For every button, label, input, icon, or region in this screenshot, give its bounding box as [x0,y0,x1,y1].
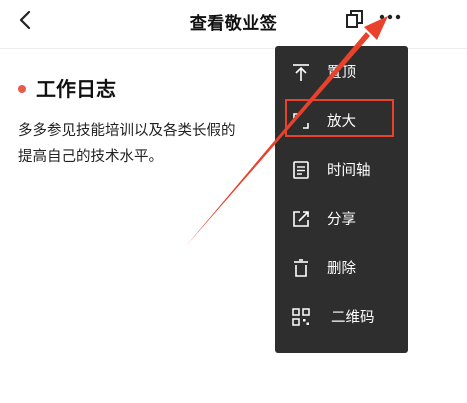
menu-item-delete[interactable]: 删除 [275,248,408,288]
title-bullet-dot [18,85,26,93]
qrcode-icon [292,308,310,326]
menu-item-share[interactable]: 分享 [275,199,408,239]
menu-label: 分享 [327,212,356,228]
note-body: 多多参见技能培训以及各类长假的 提高自己的技术水平。 [18,118,280,170]
navigation-bar: 查看敬业签 [0,0,467,49]
more-horizontal-icon[interactable] [378,12,402,22]
pin-top-icon [293,64,309,81]
note-title-text: 工作日志 [36,77,116,101]
menu-item-timeline[interactable]: 时间轴 [275,150,408,190]
note-body-line: 多多参见技能培训以及各类长假的 [18,123,236,139]
menu-label: 时间轴 [327,163,371,179]
note-body-line: 提高自己的技术水平。 [18,149,163,165]
popup-menu: 置顶 放大 时间轴 分享 删除 二维码 [275,46,408,353]
timeline-icon [293,161,309,179]
menu-item-qrcode[interactable]: 二维码 [275,297,408,337]
menu-item-pin-top[interactable]: 置顶 [275,52,408,92]
menu-label: 置顶 [327,65,356,81]
share-icon [293,211,309,227]
trash-icon [294,259,308,277]
menu-label: 二维码 [331,310,375,326]
copy-icon[interactable] [345,9,365,29]
menu-label: 删除 [327,261,356,277]
highlight-box [285,99,394,137]
